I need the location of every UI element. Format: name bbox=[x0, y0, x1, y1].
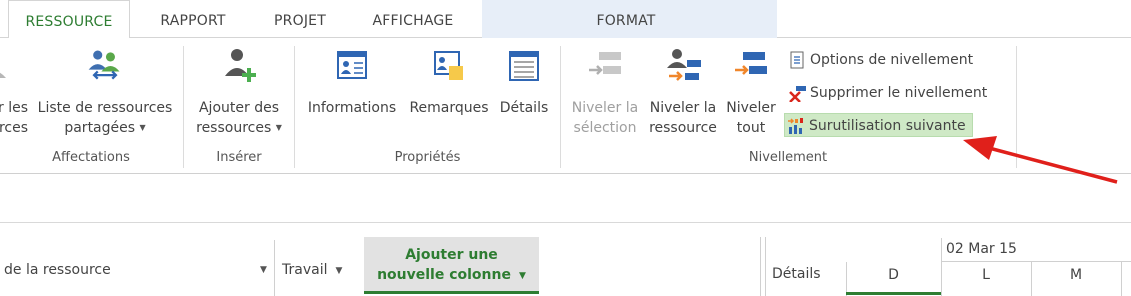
tab-projet[interactable]: PROJET bbox=[258, 0, 342, 38]
day-label: M bbox=[1069, 267, 1083, 283]
level-all-label-2: tout bbox=[736, 120, 766, 136]
tab-affichage[interactable]: AFFICHAGE bbox=[356, 0, 470, 38]
person-icon bbox=[0, 72, 6, 78]
informations-label: Informations bbox=[307, 100, 397, 116]
add-person-icon bbox=[225, 49, 256, 82]
add-resources-label-2: ressources bbox=[196, 120, 272, 136]
level-resource-label-2: ressource bbox=[649, 120, 717, 136]
add-column-label-2: nouvelle colonne bbox=[377, 267, 511, 283]
tab-format[interactable]: FORMAT bbox=[578, 0, 674, 38]
next-overallocation-icon bbox=[788, 118, 803, 134]
clear-leveling-button[interactable]: Supprimer le nivellement bbox=[786, 81, 987, 105]
assign-resources-label-2: rces bbox=[0, 120, 28, 136]
remarques-label: Remarques bbox=[409, 100, 489, 116]
column-header-work[interactable]: Travail ▼ bbox=[282, 262, 362, 278]
add-new-column-header[interactable]: Ajouter une nouvelle colonne ▼ bbox=[364, 237, 539, 294]
details-form-icon bbox=[509, 51, 539, 81]
details-column-label: Détails bbox=[772, 266, 821, 282]
leveling-options-button[interactable]: Options de nivellement bbox=[786, 48, 973, 72]
next-overallocation-button[interactable]: Surutilisation suivante bbox=[784, 113, 973, 137]
notes-icon bbox=[434, 51, 463, 80]
ribbon-tab-bar: RESSOURCE RAPPORT PROJET AFFICHAGE FORMA… bbox=[0, 0, 1131, 39]
add-resources-label-1: Ajouter des bbox=[198, 100, 279, 116]
dropdown-caret-icon: ▼ bbox=[275, 123, 282, 132]
add-column-label-1: Ajouter une bbox=[405, 247, 498, 263]
current-day-marker bbox=[846, 292, 941, 295]
sheet-divider bbox=[0, 222, 1131, 223]
tab-rapport[interactable]: RAPPORT bbox=[143, 0, 243, 38]
filter-dropdown-icon[interactable]: ▼ bbox=[519, 271, 526, 281]
add-resources-button[interactable]: Ajouter des ressources ▼ bbox=[190, 46, 288, 138]
filter-dropdown-icon[interactable]: ▼ bbox=[335, 266, 342, 276]
assign-resources-label-1: r les bbox=[0, 100, 28, 116]
day-label: L bbox=[982, 267, 990, 283]
clear-leveling-label: Supprimer le nivellement bbox=[810, 85, 988, 101]
level-selection-icon bbox=[589, 52, 621, 75]
column-header-resource-name[interactable]: de la ressource ▼ bbox=[4, 262, 272, 278]
timescale-tier-divider bbox=[941, 261, 1131, 262]
column-header-resource-name-label: de la ressource bbox=[4, 262, 111, 278]
dropdown-caret-icon: ▼ bbox=[139, 123, 146, 132]
day-label: D bbox=[888, 267, 899, 283]
level-resource-button[interactable]: Niveler la ressource bbox=[644, 46, 722, 138]
information-card-icon bbox=[337, 51, 367, 79]
level-resource-icon bbox=[667, 49, 701, 81]
level-resource-label-1: Niveler la bbox=[649, 100, 717, 116]
split-bar[interactable] bbox=[760, 237, 761, 296]
level-all-label-1: Niveler bbox=[726, 100, 776, 116]
split-bar-edge bbox=[765, 237, 766, 296]
next-overallocation-label: Surutilisation suivante bbox=[809, 118, 966, 134]
assign-resources-button[interactable]: r les rces bbox=[0, 46, 28, 138]
group-label-proprietes: Propriétés bbox=[394, 150, 461, 165]
level-selection-label-2: sélection bbox=[573, 120, 637, 136]
level-all-icon bbox=[735, 52, 767, 75]
group-label-inserer: Insérer bbox=[216, 150, 262, 165]
tab-ressource[interactable]: RESSOURCE bbox=[8, 0, 130, 39]
shared-resources-button[interactable]: Liste de ressources partagées ▼ bbox=[34, 46, 176, 138]
filter-dropdown-icon[interactable]: ▼ bbox=[260, 265, 267, 275]
shared-resources-icon bbox=[88, 50, 120, 80]
group-label-nivellement: Nivellement bbox=[748, 150, 828, 165]
clear-leveling-icon bbox=[789, 86, 806, 102]
level-selection-button[interactable]: Niveler la sélection bbox=[566, 46, 644, 138]
timescale-separator bbox=[1121, 262, 1122, 296]
column-separator bbox=[274, 240, 275, 296]
level-selection-label-1: Niveler la bbox=[571, 100, 639, 116]
group-label-affectations: Affectations bbox=[52, 150, 130, 165]
options-page-icon bbox=[790, 51, 804, 69]
shared-resources-label-2: partagées bbox=[64, 120, 136, 136]
leveling-options-label: Options de nivellement bbox=[810, 52, 974, 68]
informations-button[interactable]: Informations bbox=[300, 46, 404, 118]
details-label: Détails bbox=[499, 100, 549, 116]
column-header-work-label: Travail bbox=[282, 262, 328, 278]
shared-resources-label-1: Liste de ressources bbox=[37, 100, 173, 116]
red-arrow-annotation bbox=[963, 136, 1118, 184]
details-button[interactable]: Détails bbox=[496, 46, 552, 118]
remarques-button[interactable]: Remarques bbox=[404, 46, 494, 118]
level-all-button[interactable]: Niveler tout bbox=[722, 46, 780, 138]
week-label: 02 Mar 15 bbox=[946, 241, 1017, 257]
